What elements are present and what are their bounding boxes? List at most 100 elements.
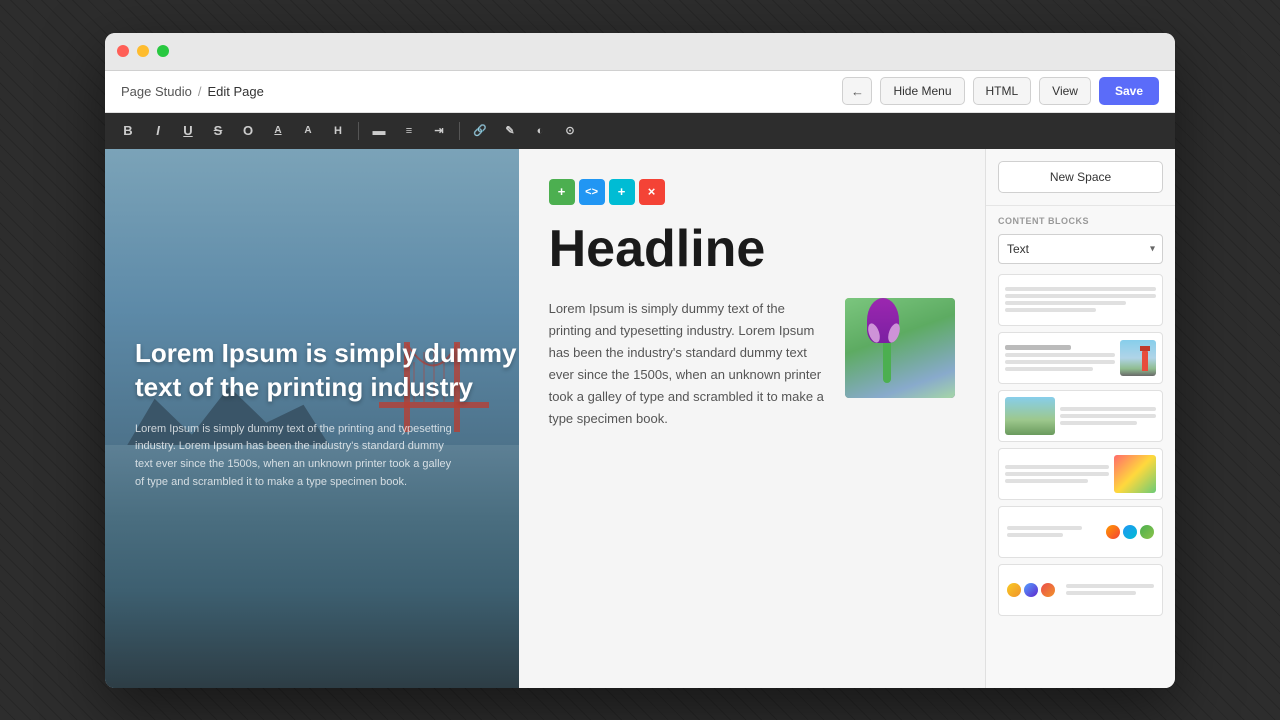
- content-body[interactable]: Lorem Ipsum is simply dummy text of the …: [549, 298, 829, 431]
- thumb-line-f: [1060, 421, 1137, 425]
- breadcrumb-separator: /: [198, 84, 202, 99]
- thumb-line-b: [1005, 360, 1115, 364]
- edit-button[interactable]: ✎: [497, 118, 523, 144]
- view-button[interactable]: View: [1039, 77, 1091, 105]
- block-thumb-icons-row[interactable]: [998, 506, 1163, 558]
- format-button-1[interactable]: O: [235, 118, 261, 144]
- block-thumb-text-only[interactable]: [998, 274, 1163, 326]
- thumb-line-k: [1007, 533, 1063, 537]
- underline-button[interactable]: U: [175, 118, 201, 144]
- content-blocks-section: CONTENT BLOCKS Text Image Video Button C…: [986, 206, 1175, 688]
- add-block-button[interactable]: +: [549, 179, 575, 205]
- menubar: Page Studio / Edit Page ← Hide Menu HTML…: [105, 71, 1175, 113]
- toolbar-separator-2: [459, 122, 460, 140]
- save-button[interactable]: Save: [1099, 77, 1159, 105]
- new-space-section: New Space: [986, 149, 1175, 206]
- back-button[interactable]: ←: [842, 77, 872, 105]
- list-button[interactable]: ≡: [396, 118, 422, 144]
- thumb-line-e: [1060, 414, 1156, 418]
- thumb-line-h: [1005, 472, 1109, 476]
- face-icons-group: [1007, 583, 1055, 597]
- heading-button[interactable]: H: [325, 118, 351, 144]
- link-button[interactable]: 🔗: [467, 118, 493, 144]
- sidebar: New Space CONTENT BLOCKS Text Image Vide…: [985, 149, 1175, 688]
- icon-circles: [1106, 525, 1154, 539]
- breadcrumb-current: Edit Page: [207, 84, 263, 99]
- html-button[interactable]: HTML: [973, 77, 1032, 105]
- block-thumb-lines: [1005, 287, 1156, 312]
- block-thumb-lines-4: [1005, 465, 1109, 483]
- lighthouse-thumb-image: [1120, 340, 1156, 376]
- content-block: + <> + × Headline Lorem Ipsum is simply …: [519, 149, 985, 688]
- indent-button[interactable]: ⇥: [426, 118, 452, 144]
- new-space-button[interactable]: New Space: [998, 161, 1163, 193]
- block-thumb-faces[interactable]: [998, 564, 1163, 616]
- remove-block-button[interactable]: ×: [639, 179, 665, 205]
- menubar-actions: ← Hide Menu HTML View Save: [842, 77, 1159, 105]
- fruit-thumb-image: [1114, 455, 1156, 493]
- hide-menu-button[interactable]: Hide Menu: [880, 77, 964, 105]
- content-row: Lorem Ipsum is simply dummy text of the …: [549, 298, 955, 431]
- left-panel: Lorem Ipsum is simply dummy text of the …: [105, 149, 519, 688]
- code-block-button[interactable]: <>: [579, 179, 605, 205]
- formatting-toolbar: B I U S O A A H ▬ ≡ ⇥ 🔗 ✎ ◐ ⊙: [105, 113, 1175, 149]
- italic-button[interactable]: I: [145, 118, 171, 144]
- thumb-line-a: [1005, 353, 1115, 357]
- toolbar-separator-1: [358, 122, 359, 140]
- clear-button[interactable]: ⊙: [557, 118, 583, 144]
- titlebar: [105, 33, 1175, 71]
- thumb-line-i: [1005, 479, 1088, 483]
- block-thumb-lines-2: [1005, 345, 1115, 371]
- icon-circle-3: [1140, 525, 1154, 539]
- bold-button[interactable]: B: [115, 118, 141, 144]
- block-thumb-lines-5: [1007, 526, 1101, 537]
- block-thumb-field[interactable]: [998, 390, 1163, 442]
- block-type-dropdown-wrapper: Text Image Video Button Columns ▾: [998, 234, 1163, 264]
- face-icon-2: [1024, 583, 1038, 597]
- content-headline[interactable]: Headline: [549, 221, 955, 278]
- block-thumb-lines-6: [1066, 584, 1154, 595]
- thumb-line-m: [1066, 591, 1136, 595]
- thumb-line-j: [1007, 526, 1082, 530]
- left-panel-text: Lorem Ipsum is simply dummy text of the …: [135, 337, 519, 491]
- field-thumb-image: [1005, 397, 1055, 435]
- align-button[interactable]: ▬: [366, 118, 392, 144]
- breadcrumb: Page Studio / Edit Page: [121, 84, 842, 99]
- block-toolbar: + <> + ×: [549, 179, 955, 205]
- font-size-button[interactable]: A: [265, 118, 291, 144]
- more-block-button[interactable]: +: [609, 179, 635, 205]
- thumb-line-g: [1005, 465, 1109, 469]
- block-type-dropdown[interactable]: Text Image Video Button Columns: [998, 234, 1163, 264]
- thumb-heading-line: [1005, 345, 1071, 350]
- left-body: Lorem Ipsum is simply dummy text of the …: [135, 421, 455, 491]
- icon-circle-1: [1106, 525, 1120, 539]
- close-button[interactable]: [117, 45, 129, 57]
- left-headline: Lorem Ipsum is simply dummy text of the …: [135, 337, 519, 405]
- traffic-lights: [117, 45, 169, 57]
- block-thumb-fruit[interactable]: [998, 448, 1163, 500]
- main-window: Page Studio / Edit Page ← Hide Menu HTML…: [105, 33, 1175, 688]
- editor-area: Lorem Ipsum is simply dummy text of the …: [105, 149, 985, 688]
- icon-circle-2: [1123, 525, 1137, 539]
- content-area: Lorem Ipsum is simply dummy text of the …: [105, 149, 1175, 688]
- thumb-line-d: [1060, 407, 1156, 411]
- maximize-button[interactable]: [157, 45, 169, 57]
- color-button[interactable]: ◐: [527, 118, 553, 144]
- right-panel: + <> + × Headline Lorem Ipsum is simply …: [519, 149, 985, 688]
- breadcrumb-root: Page Studio: [121, 84, 192, 99]
- thumb-line-4: [1005, 308, 1096, 312]
- minimize-button[interactable]: [137, 45, 149, 57]
- block-thumb-lighthouse[interactable]: [998, 332, 1163, 384]
- font-color-button[interactable]: A: [295, 118, 321, 144]
- thumb-line-l: [1066, 584, 1154, 588]
- face-icon-1: [1007, 583, 1021, 597]
- thumb-line-3: [1005, 301, 1126, 305]
- strikethrough-button[interactable]: S: [205, 118, 231, 144]
- face-icon-3: [1041, 583, 1055, 597]
- thumb-line-1: [1005, 287, 1156, 291]
- block-thumb-lines-3: [1060, 407, 1156, 425]
- thumb-line-2: [1005, 294, 1156, 298]
- thumb-line-c: [1005, 367, 1093, 371]
- content-image: [845, 298, 955, 398]
- content-blocks-label: CONTENT BLOCKS: [998, 216, 1163, 226]
